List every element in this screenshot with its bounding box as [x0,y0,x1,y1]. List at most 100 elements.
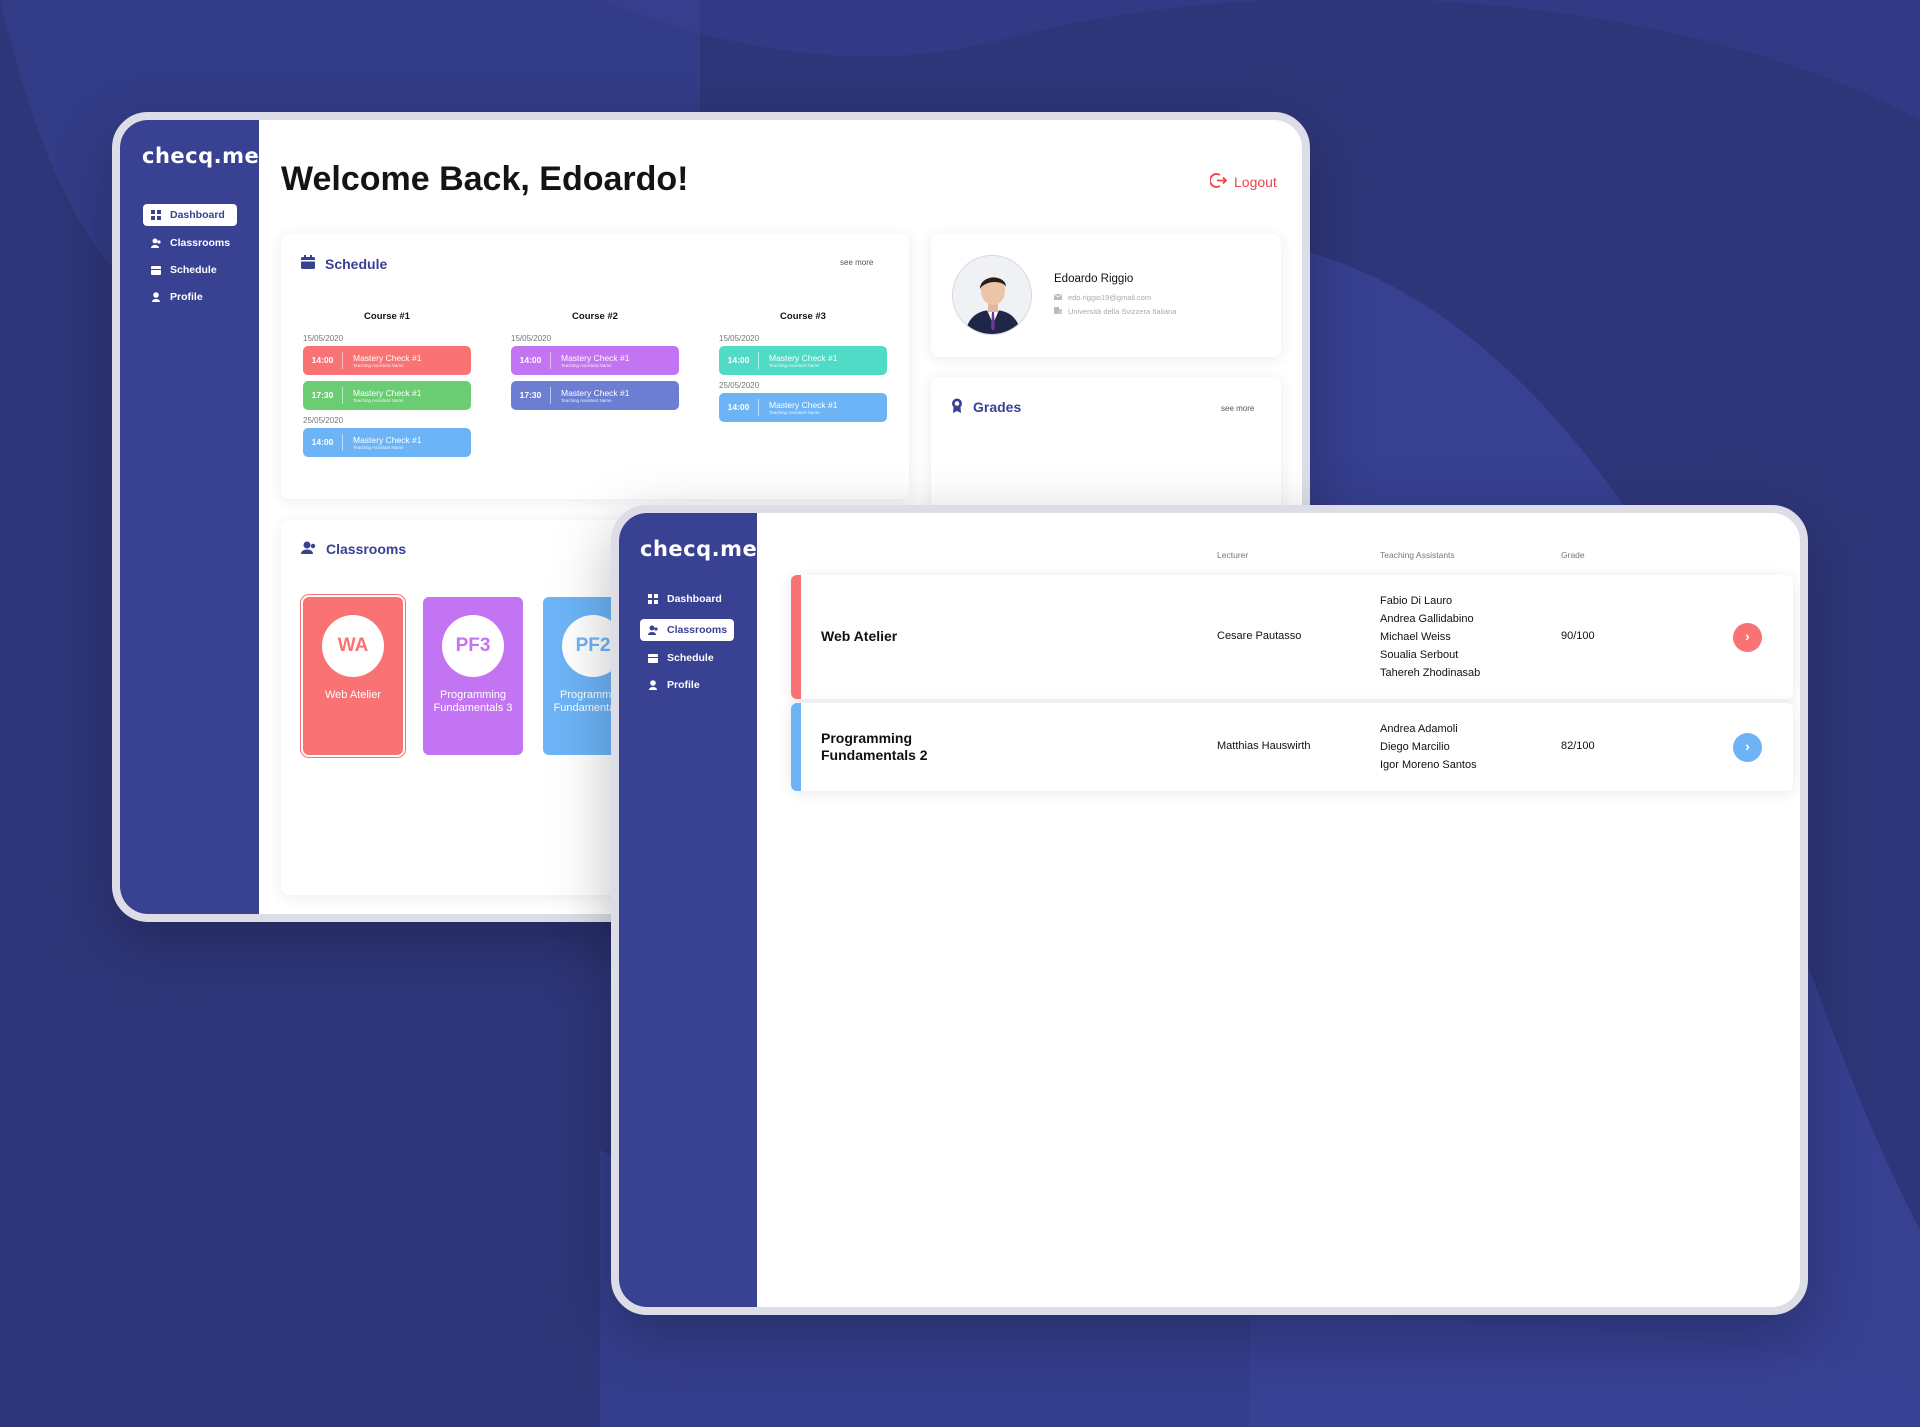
slot-time: 17:30 [511,387,551,404]
ta-name: Andrea Adamoli [1380,723,1458,735]
grade-value: 90/100 [1561,630,1595,642]
ta-name: Michael Weiss [1380,631,1451,643]
schedule-date: 15/05/2020 [719,334,760,343]
calendar-icon [301,255,315,272]
classroom-name: Web Atelier [821,628,898,644]
schedule-date: 25/05/2020 [719,381,760,390]
schedule-title: Schedule [325,255,388,272]
classrooms-table: Lecturer Teaching Assistants Grade Web A… [757,513,1800,1307]
classrooms-icon [648,625,658,635]
slot-subtitle: Teaching Assistant Name [353,362,404,368]
slot-title: Mastery Check #1 [353,352,422,363]
classroom-name: Web Atelier [324,689,382,701]
grade-value: 82/100 [1561,740,1595,752]
chevron-right-icon: › [1745,738,1750,754]
nav-label: Classrooms [170,237,231,249]
classroom-card[interactable]: WA Web Atelier [303,597,403,755]
slot-title: Mastery Check #1 [561,387,630,398]
teaching-assistants-list: Fabio Di Lauro Andrea Gallidabino Michael … [1380,592,1480,682]
slot-time: 17:30 [303,387,343,404]
profile-card: Edoardo Riggio edo.riggio19@gmail.com Un… [931,234,1281,357]
lecturer-name: Matthias Hauswirth [1217,740,1311,752]
schedule-slot[interactable]: 17:30 Mastery Check #1 Teaching Assistan… [511,381,679,410]
grades-title: Grades [973,399,1022,415]
calendar-icon [648,653,658,663]
slot-subtitle: Teaching Assistant Name [561,362,612,368]
slot-title: Mastery Check #1 [561,352,630,363]
schedule-date: 15/05/2020 [511,334,552,343]
teaching-assistants-list: Andrea Adamoli Diego Marcilio Igor Moreno … [1380,720,1477,774]
nav-item-dashboard[interactable]: Dashboard [640,588,734,610]
classroom-row[interactable]: Web Atelier Cesare Pautasso Fabio Di Lau… [791,575,1793,699]
classroom-badge: PF3 [442,615,504,677]
building-icon [1054,307,1062,316]
schedule-slot[interactable]: 14:00 Mastery Check #1 Teaching Assistan… [511,346,679,375]
slot-subtitle: Teaching Assistant Name [561,397,612,403]
nav-item-dashboard[interactable]: Dashboard [143,204,237,226]
schedule-slot[interactable]: 14:00 Mastery Check #1 Teaching Assistan… [719,346,887,375]
nav-item-profile[interactable]: Profile [143,286,237,308]
slot-subtitle: Teaching Assistant Name [769,362,820,368]
slot-subtitle: Teaching Assistant Name [769,409,820,415]
nav-item-classrooms[interactable]: Classrooms [143,232,237,254]
page-title: Welcome Back, Edoardo! [281,160,689,198]
slot-title: Mastery Check #1 [769,399,838,410]
classroom-card[interactable]: PF3 Programming Fundamentals 3 [423,597,523,755]
schedule-date: 15/05/2020 [303,334,344,343]
slot-time: 14:00 [719,352,759,369]
ta-name: Tahereh Zhodinasab [1380,667,1481,679]
grades-see-more-link[interactable]: see more [1221,404,1254,413]
schedule-slot[interactable]: 14:00 Mastery Check #1 Teaching Assistan… [719,393,887,422]
avatar [952,255,1032,335]
slot-subtitle: Teaching Assistant Name [353,444,404,450]
slot-time: 14:00 [719,399,759,416]
ta-name: Soualia Serbout [1380,649,1459,661]
nav-label: Dashboard [667,593,722,605]
nav-label: Schedule [170,264,217,276]
classroom-row[interactable]: Programming Fundamentals 2 Matthias Haus… [791,703,1793,791]
slot-title: Mastery Check #1 [353,387,422,398]
dashboard-icon [151,210,161,220]
classrooms-window: checq.me Dashboard Classrooms Schedule P… [611,505,1808,1315]
course-column: Course #2 15/05/2020 14:00 Mastery Check … [511,311,679,416]
dashboard-icon [648,594,658,604]
schedule-slot[interactable]: 14:00 Mastery Check #1 Teaching Assistan… [303,428,471,457]
profile-icon [648,680,658,690]
logout-label: Logout [1234,174,1277,190]
profile-icon [151,292,161,302]
nav-item-classrooms[interactable]: Classrooms [640,619,734,641]
profile-email: edo.riggio19@gmail.com [1068,293,1152,302]
classrooms-title: Classrooms [326,541,407,557]
nav-item-schedule[interactable]: Schedule [640,647,734,669]
schedule-see-more-link[interactable]: see more [840,258,873,267]
profile-name: Edoardo Riggio [1054,273,1134,285]
course-title: Course #2 [572,311,618,322]
course-title: Course #1 [364,311,410,322]
ta-name: Diego Marcilio [1380,741,1450,753]
sidebar: checq.me Dashboard Classrooms Schedule P… [120,120,259,914]
app-logo: checq.me [142,144,260,168]
lecturer-name: Cesare Pautasso [1217,630,1302,642]
ta-name: Fabio Di Lauro [1380,595,1453,607]
header-lecturer: Lecturer [1217,550,1249,560]
course-column: Course #3 15/05/2020 14:00 Mastery Check … [719,311,887,428]
schedule-date: 25/05/2020 [303,416,344,425]
schedule-card: Schedule see more Course #1 15/05/2020 14… [281,234,909,499]
schedule-slot[interactable]: 14:00 Mastery Check #1 Teaching Assistan… [303,346,471,375]
calendar-icon [151,265,161,275]
chevron-right-icon: › [1745,628,1750,644]
nav-label: Dashboard [170,209,225,221]
classroom-badge: WA [322,615,384,677]
nav-item-profile[interactable]: Profile [640,674,734,696]
nav-item-schedule[interactable]: Schedule [143,259,237,281]
schedule-slot[interactable]: 17:30 Mastery Check #1 Teaching Assistan… [303,381,471,410]
open-classroom-button[interactable]: › [1733,733,1762,762]
logout-button[interactable]: Logout [1209,172,1277,192]
open-classroom-button[interactable]: › [1733,623,1762,652]
award-icon [951,398,963,416]
row-color-stripe [791,575,801,699]
header-grade: Grade [1561,550,1585,560]
profile-university: Università della Svizzera Italiana [1068,307,1177,316]
nav-label: Schedule [667,652,714,664]
ta-name: Igor Moreno Santos [1380,759,1477,771]
